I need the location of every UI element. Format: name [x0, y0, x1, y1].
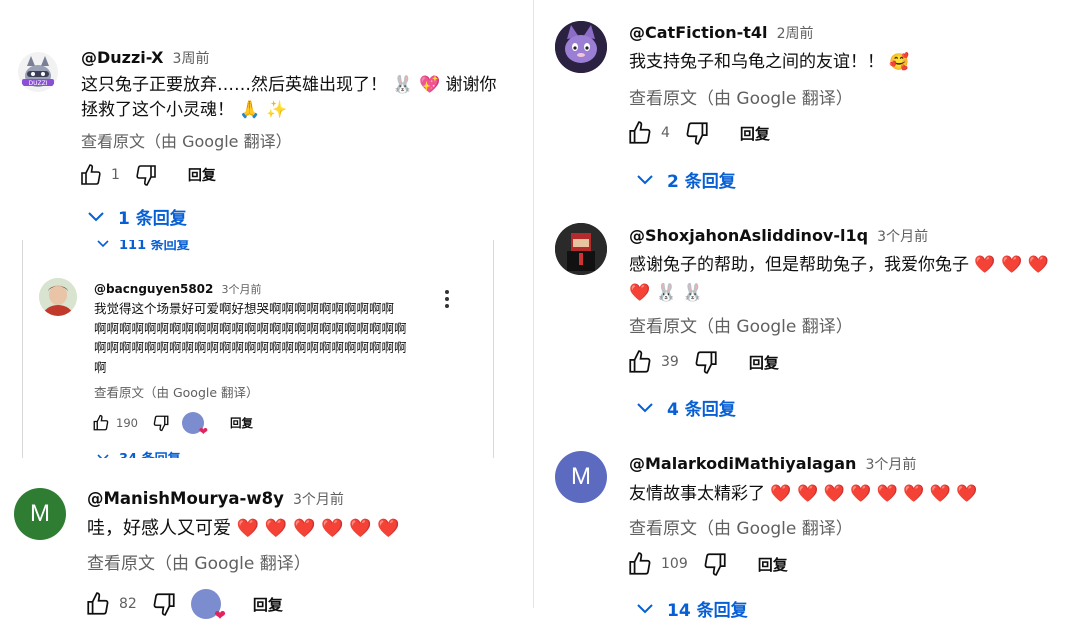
comment-text: 友情故事太精彩了 ❤️ ❤️ ❤️ ❤️ ❤️ ❤️ ❤️ ❤️ [629, 484, 978, 504]
avatar[interactable] [39, 278, 77, 316]
chevron-down-icon [637, 402, 653, 412]
thumbs-down-icon[interactable] [702, 551, 728, 577]
comment-header: @CatFiction-t4l 2周前 [629, 23, 814, 43]
comment-text-line1: 感谢兔子的帮助，但是帮助兔子，我爱你兔子 ❤️ ❤️ ❤️ [629, 255, 1049, 275]
comment-text: 我觉得这个场景好可爱啊好想哭啊啊啊啊啊啊啊啊啊啊 啊啊啊啊啊啊啊啊啊啊啊啊啊啊啊… [94, 301, 407, 375]
thumbs-down-icon[interactable] [684, 120, 710, 146]
comment-time[interactable]: 3个月前 [293, 492, 344, 508]
comment-actions: 190 ❤ 回复 [92, 412, 253, 438]
reply-button[interactable]: 回复 [749, 352, 779, 373]
svg-text:DUZZI: DUZZI [29, 80, 48, 87]
reply-button[interactable]: 回复 [230, 415, 253, 431]
thumbs-up-icon[interactable] [85, 591, 111, 617]
replies-count: 14 条回复 [667, 601, 748, 621]
comment-author[interactable]: @bacnguyen5802 [94, 282, 213, 296]
thumbs-up-icon[interactable] [627, 349, 653, 375]
thumbs-down-icon[interactable] [151, 591, 177, 617]
like-count: 190 [116, 416, 138, 430]
view-replies-link[interactable]: 34 条回复 [97, 448, 181, 458]
comment-text-line2: ❤️ 🐰 🐰 [629, 283, 704, 303]
translate-link[interactable]: 查看原文（由 Google 翻译） [629, 514, 853, 539]
thumbs-down-icon[interactable] [134, 163, 158, 187]
reply-button[interactable]: 回复 [740, 123, 770, 144]
creator-heart-badge: ❤ [190, 589, 226, 624]
thumbs-up-icon[interactable] [627, 120, 653, 146]
view-replies-link[interactable]: 1 条回复 [88, 204, 187, 229]
replies-count: 4 条回复 [667, 400, 736, 420]
comment-author[interactable]: @ShoxjahonAsliddinov-l1q [629, 226, 868, 245]
comment-time[interactable]: 3个月前 [221, 283, 261, 296]
thumbs-up-icon[interactable] [92, 414, 110, 432]
translate-link[interactable]: 查看原文（由 Google 翻译） [94, 382, 259, 401]
chevron-down-icon [637, 603, 653, 613]
avatar[interactable]: M [14, 488, 66, 540]
translate-link[interactable]: 查看原文（由 Google 翻译） [81, 128, 292, 152]
reply-button[interactable]: 回复 [253, 594, 283, 615]
replies-count: 2 条回复 [667, 172, 736, 192]
comment-text: 哇，好感人又可爱 ❤️ ❤️ ❤️ ❤️ ❤️ ❤️ [87, 518, 400, 539]
chevron-down-icon [88, 211, 104, 221]
like-count: 1 [111, 167, 120, 183]
thumbs-up-icon[interactable] [627, 551, 653, 577]
thumbs-down-icon[interactable] [693, 349, 719, 375]
comment-time[interactable]: 3个月前 [877, 229, 928, 245]
comment-time[interactable]: 3周前 [173, 51, 210, 67]
view-replies-link[interactable]: 14 条回复 [637, 596, 748, 621]
like-count: 109 [661, 556, 688, 572]
chevron-down-icon [97, 453, 109, 458]
reply-button[interactable]: 回复 [758, 554, 788, 575]
comment-author[interactable]: @MalarkodiMathiyalagan [629, 454, 856, 473]
more-options-icon[interactable] [445, 290, 449, 311]
thumbs-down-icon[interactable] [152, 414, 170, 432]
comment-actions: 109 回复 [627, 551, 788, 577]
comment-actions: 4 回复 [627, 120, 770, 146]
comment-header: @ShoxjahonAsliddinov-l1q 3个月前 [629, 226, 928, 246]
avatar[interactable] [555, 223, 607, 275]
like-count: 82 [119, 596, 137, 612]
like-count: 39 [661, 354, 679, 370]
comment-text-line1: 这只兔子正要放弃……然后英雄出现了！ 🐰 💖 谢谢你 [81, 75, 497, 95]
raccoon-avatar[interactable]: DUZZI [18, 52, 58, 92]
comment-actions: 39 回复 [627, 349, 779, 375]
thumbs-up-icon[interactable] [79, 163, 103, 187]
view-replies-link[interactable]: 2 条回复 [637, 167, 736, 192]
comment-text: 我支持兔子和乌龟之间的友谊！！ 🥰 [629, 52, 910, 72]
avatar[interactable]: M [555, 451, 607, 503]
comment-author[interactable]: @Duzzi-X [81, 48, 163, 67]
like-count: 4 [661, 125, 670, 141]
comment-actions: 1 回复 [79, 163, 216, 187]
translate-link[interactable]: 查看原文（由 Google 翻译） [87, 549, 311, 574]
comment-author[interactable]: @CatFiction-t4l [629, 23, 768, 42]
column-divider [533, 0, 534, 608]
nested-reply-panel: 111 条回复 @bacnguyen5802 3个月前 我觉得这个场景好可爱啊好… [22, 240, 494, 458]
cat-avatar[interactable] [555, 21, 607, 73]
comment-time[interactable]: 3个月前 [866, 457, 917, 473]
creator-heart-badge: ❤ [181, 412, 208, 438]
view-replies-link[interactable]: 4 条回复 [637, 395, 736, 420]
chevron-down-icon [97, 240, 109, 247]
replies-count: 1 条回复 [118, 209, 187, 229]
comment-text-line2: 拯救了这个小灵魂！ 🙏 ✨ [81, 100, 288, 120]
comment-header: @ManishMourya-w8y 3个月前 [87, 489, 344, 509]
comment-time[interactable]: 2周前 [777, 26, 814, 42]
translate-link[interactable]: 查看原文（由 Google 翻译） [629, 312, 853, 337]
comment-header: @MalarkodiMathiyalagan 3个月前 [629, 454, 916, 474]
prev-replies-link[interactable]: 111 条回复 [97, 240, 190, 253]
reply-button[interactable]: 回复 [188, 165, 216, 185]
comment-header: @bacnguyen5802 3个月前 [94, 278, 261, 297]
translate-link[interactable]: 查看原文（由 Google 翻译） [629, 84, 853, 109]
comment-author[interactable]: @ManishMourya-w8y [87, 489, 284, 508]
chevron-down-icon [637, 174, 653, 184]
comment-header: @Duzzi-X 3周前 [81, 48, 209, 68]
comment-actions: 82 ❤ 回复 [85, 589, 283, 624]
